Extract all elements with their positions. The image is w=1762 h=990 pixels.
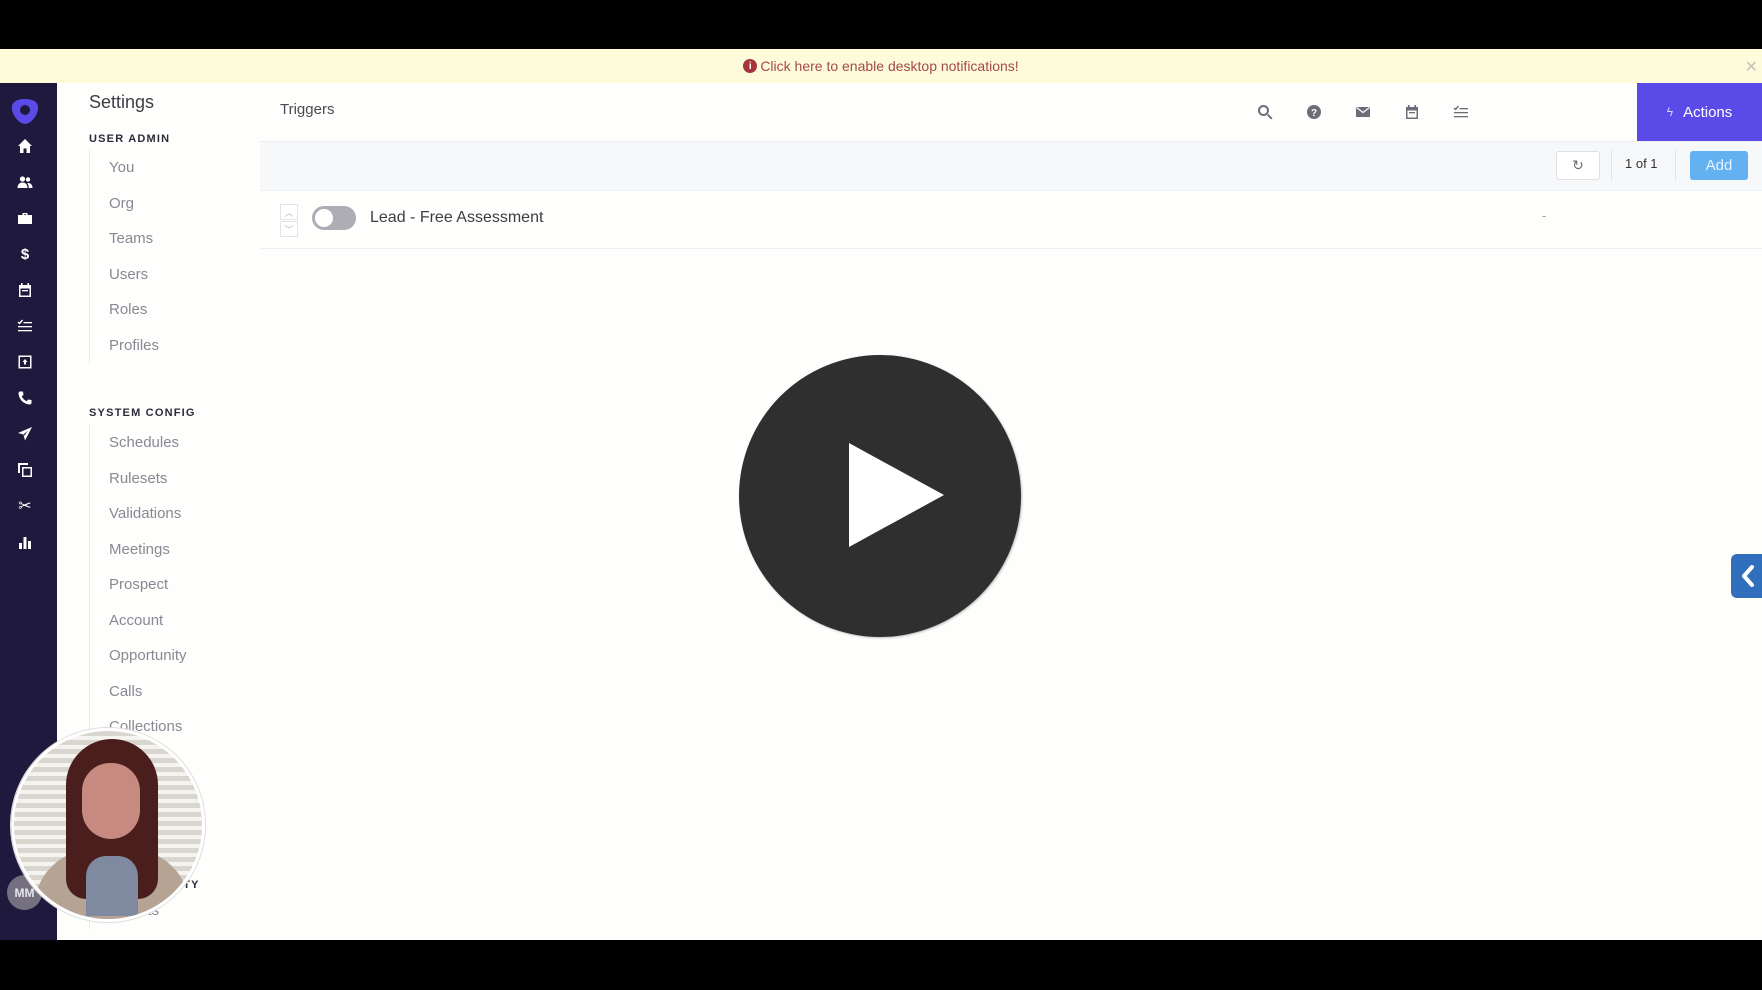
notification-text: Click here to enable desktop notificatio… <box>760 58 1019 74</box>
enable-notifications-link[interactable]: i Click here to enable desktop notificat… <box>743 58 1019 74</box>
refresh-icon: ↻ <box>1572 157 1584 173</box>
nav-item-prospect[interactable]: Prospect <box>90 567 187 603</box>
inbox-icon[interactable] <box>14 351 36 373</box>
move-up-button[interactable]: ︿ <box>280 204 298 220</box>
section-user-admin: USER ADMIN <box>89 133 171 145</box>
toggle-knob <box>315 209 333 227</box>
nav-item-meetings[interactable]: Meetings <box>90 532 187 568</box>
scissors-icon[interactable]: ✂ <box>14 495 36 517</box>
side-panel-toggle[interactable] <box>1731 554 1762 598</box>
nav-item-users[interactable]: Users <box>90 257 159 293</box>
nav-item-account[interactable]: Account <box>90 603 187 639</box>
send-icon[interactable] <box>14 423 36 445</box>
briefcase-icon[interactable] <box>14 207 36 229</box>
checklist-icon[interactable] <box>14 315 36 337</box>
phone-icon[interactable] <box>14 387 36 409</box>
webcam-face <box>82 763 140 839</box>
chevron-down-icon: ﹀ <box>284 224 294 235</box>
calendar-icon[interactable] <box>14 279 36 301</box>
app-logo[interactable] <box>10 97 40 125</box>
refresh-button[interactable]: ↻ <box>1556 151 1600 180</box>
svg-text:?: ? <box>1310 108 1316 119</box>
nav-item-org[interactable]: Org <box>90 186 159 222</box>
nav-item-you[interactable]: You <box>90 150 159 186</box>
list-toolbar: ↻ 1 of 1 Add <box>260 141 1762 191</box>
close-icon[interactable]: ✕ <box>1745 57 1758 77</box>
nav-item-rulesets[interactable]: Rulesets <box>90 461 187 497</box>
add-button[interactable]: Add <box>1690 151 1748 180</box>
system-config-nav: Schedules Rulesets Validations Meetings … <box>89 425 187 745</box>
search-icon[interactable] <box>1240 104 1289 120</box>
people-icon[interactable] <box>14 171 36 193</box>
play-icon <box>849 443 944 547</box>
nav-item-teams[interactable]: Teams <box>90 221 159 257</box>
copy-icon[interactable] <box>14 459 36 481</box>
divider <box>1611 150 1612 181</box>
header-icons: ? <box>1240 83 1485 141</box>
home-icon[interactable] <box>14 135 36 157</box>
reorder-controls: ︿ ﹀ <box>280 204 298 238</box>
webcam-shirt <box>86 856 138 916</box>
move-down-button[interactable]: ﹀ <box>280 221 298 237</box>
nav-item-validations[interactable]: Validations <box>90 496 187 532</box>
bar-chart-icon[interactable] <box>14 531 36 553</box>
settings-title: Settings <box>89 92 155 112</box>
alert-circle-icon: i <box>743 59 758 73</box>
notification-bar: i Click here to enable desktop notificat… <box>0 49 1762 83</box>
lightning-icon: ϟ <box>1666 105 1674 119</box>
actions-label: Actions <box>1683 103 1733 121</box>
calendar-icon[interactable] <box>1387 104 1436 120</box>
presenter-webcam <box>11 728 205 922</box>
divider <box>1675 150 1676 181</box>
trigger-row: ︿ ﹀ Lead - Free Assessment - <box>260 191 1762 249</box>
nav-item-profiles[interactable]: Profiles <box>90 328 159 364</box>
trigger-trailing-value: - <box>1542 208 1547 223</box>
app: $ ✂ MM Settings USER ADMIN You Org Teams… <box>0 83 1762 940</box>
trigger-name[interactable]: Lead - Free Assessment <box>370 209 543 227</box>
mail-icon[interactable] <box>1338 104 1387 120</box>
checklist-icon[interactable] <box>1436 104 1485 120</box>
nav-item-roles[interactable]: Roles <box>90 292 159 328</box>
video-play-button[interactable] <box>739 355 1021 637</box>
actions-button[interactable]: ϟ Actions <box>1637 83 1762 141</box>
page-title: Triggers <box>280 101 335 118</box>
chevron-left-icon <box>1742 565 1754 587</box>
section-system-config: SYSTEM CONFIG <box>89 407 196 419</box>
chevron-up-icon: ︿ <box>284 207 294 218</box>
letterbox-top <box>0 0 1762 49</box>
nav-item-schedules[interactable]: Schedules <box>90 425 187 461</box>
help-icon[interactable]: ? <box>1289 104 1338 120</box>
user-admin-nav: You Org Teams Users Roles Profiles <box>89 150 159 363</box>
letterbox-bottom <box>0 940 1762 990</box>
nav-item-opportunity[interactable]: Opportunity <box>90 638 187 674</box>
page-count: 1 of 1 <box>1625 156 1658 171</box>
nav-item-calls[interactable]: Calls <box>90 674 187 710</box>
trigger-enabled-toggle[interactable] <box>312 206 356 230</box>
dollar-icon[interactable]: $ <box>14 243 36 265</box>
